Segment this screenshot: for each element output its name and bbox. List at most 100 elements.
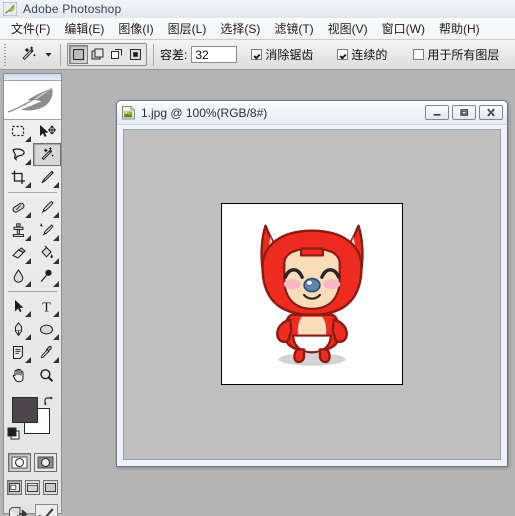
tool-row-1 [4,120,61,143]
minimize-button[interactable] [425,105,449,120]
swap-colors-icon[interactable] [42,395,55,413]
magic-wand-tool[interactable] [32,143,61,166]
application-title: Adobe Photoshop [23,2,122,16]
restore-button[interactable] [452,105,476,120]
menu-layer[interactable]: 图层(L) [162,18,213,39]
standard-mode-button[interactable] [8,453,31,472]
full-screen-with-menubar-button[interactable] [25,480,40,495]
tool-options-bar: 容差: 消除锯齿 连续的 用于所有图层 [0,40,515,70]
tool-row-4 [4,196,61,219]
jump-to-row [4,501,61,516]
menu-select[interactable]: 选择(S) [214,18,266,39]
photoshop-feather-logo [4,81,61,120]
menu-edit[interactable]: 编辑(E) [58,18,110,39]
rectangular-marquee-tool[interactable] [4,120,33,143]
contiguous-label: 连续的 [351,48,388,62]
close-button[interactable] [479,105,503,120]
anti-alias-checkbox-row[interactable]: 消除锯齿 [251,46,313,63]
quick-mask-mode-button[interactable] [34,453,57,472]
menu-help[interactable]: 帮助(H) [433,18,486,39]
add-to-selection-button[interactable] [88,45,107,64]
menu-image[interactable]: 图像(I) [112,18,159,39]
selection-mode-group [67,43,147,66]
options-bar-drag-grip[interactable] [2,41,9,68]
svg-text:T: T [42,300,51,315]
tool-row-11 [4,364,61,387]
menu-window[interactable]: 窗口(W) [376,18,431,39]
toolbox-panel: T [3,73,62,516]
type-tool[interactable]: T [33,295,62,318]
ellipse-shape-tool[interactable] [33,318,62,341]
application-titlebar: Adobe Photoshop [0,0,515,19]
photoshop-feather-icon [2,1,18,17]
notes-tool[interactable] [4,341,33,364]
magic-wand-icon[interactable] [12,43,42,67]
hand-tool[interactable] [4,364,33,387]
intersect-with-selection-button[interactable] [126,45,145,64]
contiguous-checkbox[interactable] [337,49,349,60]
tool-row-6 [4,242,61,265]
tool-row-5 [4,219,61,242]
full-screen-mode-button[interactable] [43,480,58,495]
edit-in-imageready-button[interactable] [34,504,58,516]
tool-grid: T [4,120,61,387]
eyedropper-tool[interactable] [33,341,62,364]
menu-view[interactable]: 视图(V) [322,18,374,39]
document-titlebar[interactable]: 1.jpg @ 100%(RGB/8#) [117,101,507,125]
jpg-document-icon [121,105,136,120]
paint-bucket-tool[interactable] [33,242,62,265]
color-swatch-area [4,393,61,445]
tool-row-7 [4,265,61,288]
default-colors-icon[interactable] [7,427,20,445]
tool-row-3 [4,166,61,189]
anti-alias-checkbox[interactable] [251,49,263,60]
options-separator-1 [60,43,61,66]
subtract-from-selection-button[interactable] [107,45,126,64]
new-selection-button[interactable] [69,45,88,64]
document-window-buttons [425,105,503,120]
slice-tool[interactable] [33,166,62,189]
tool-row-8: T [4,295,61,318]
clone-stamp-tool[interactable] [4,219,33,242]
tool-preset-chevron-down-icon[interactable] [42,43,54,67]
contiguous-checkbox-row[interactable]: 连续的 [337,46,387,63]
lasso-tool[interactable] [4,143,33,166]
standard-screen-mode-button[interactable] [7,480,22,495]
toolbox-separator-1 [8,192,57,193]
photoshop-window: Adobe Photoshop 文件(F) 编辑(E) 图像(I) 图层(L) … [0,0,515,516]
tool-row-10 [4,341,61,364]
foreground-color-swatch[interactable] [12,397,38,423]
tolerance-label: 容差: [160,48,188,62]
pen-tool[interactable] [4,318,33,341]
options-separator-2 [153,43,154,66]
toolbox-drag-grip[interactable] [4,74,61,81]
ali-fox-cartoon-image[interactable] [221,202,403,385]
jump-to-imageready-button[interactable] [8,504,31,516]
toolbox-separator-2 [8,291,57,292]
brush-tool[interactable] [33,196,62,219]
sample-all-layers-label: 用于所有图层 [427,48,500,62]
blur-tool[interactable] [4,265,33,288]
menu-filter[interactable]: 滤镜(T) [268,18,319,39]
tolerance-input[interactable] [191,46,238,63]
anti-alias-label: 消除锯齿 [265,48,314,62]
menubar: 文件(F) 编辑(E) 图像(I) 图层(L) 选择(S) 滤镜(T) 视图(V… [0,18,515,40]
document-title-text: 1.jpg @ 100%(RGB/8#) [141,105,268,120]
history-brush-tool[interactable] [33,219,62,242]
menu-file[interactable]: 文件(F) [5,18,56,39]
move-tool[interactable] [33,120,62,143]
tool-row-2 [4,143,61,166]
document-window: 1.jpg @ 100%(RGB/8#) [116,100,508,467]
tool-row-9 [4,318,61,341]
document-canvas-area[interactable] [123,129,501,460]
healing-brush-tool[interactable] [4,196,33,219]
sample-all-layers-checkbox-row[interactable]: 用于所有图层 [413,46,499,63]
quick-mask-row [4,451,61,472]
crop-tool[interactable] [4,166,33,189]
screen-mode-row [4,478,61,495]
dodge-tool[interactable] [33,265,62,288]
zoom-tool[interactable] [33,364,62,387]
path-selection-tool[interactable] [4,295,33,318]
sample-all-layers-checkbox[interactable] [413,49,425,60]
eraser-tool[interactable] [4,242,33,265]
